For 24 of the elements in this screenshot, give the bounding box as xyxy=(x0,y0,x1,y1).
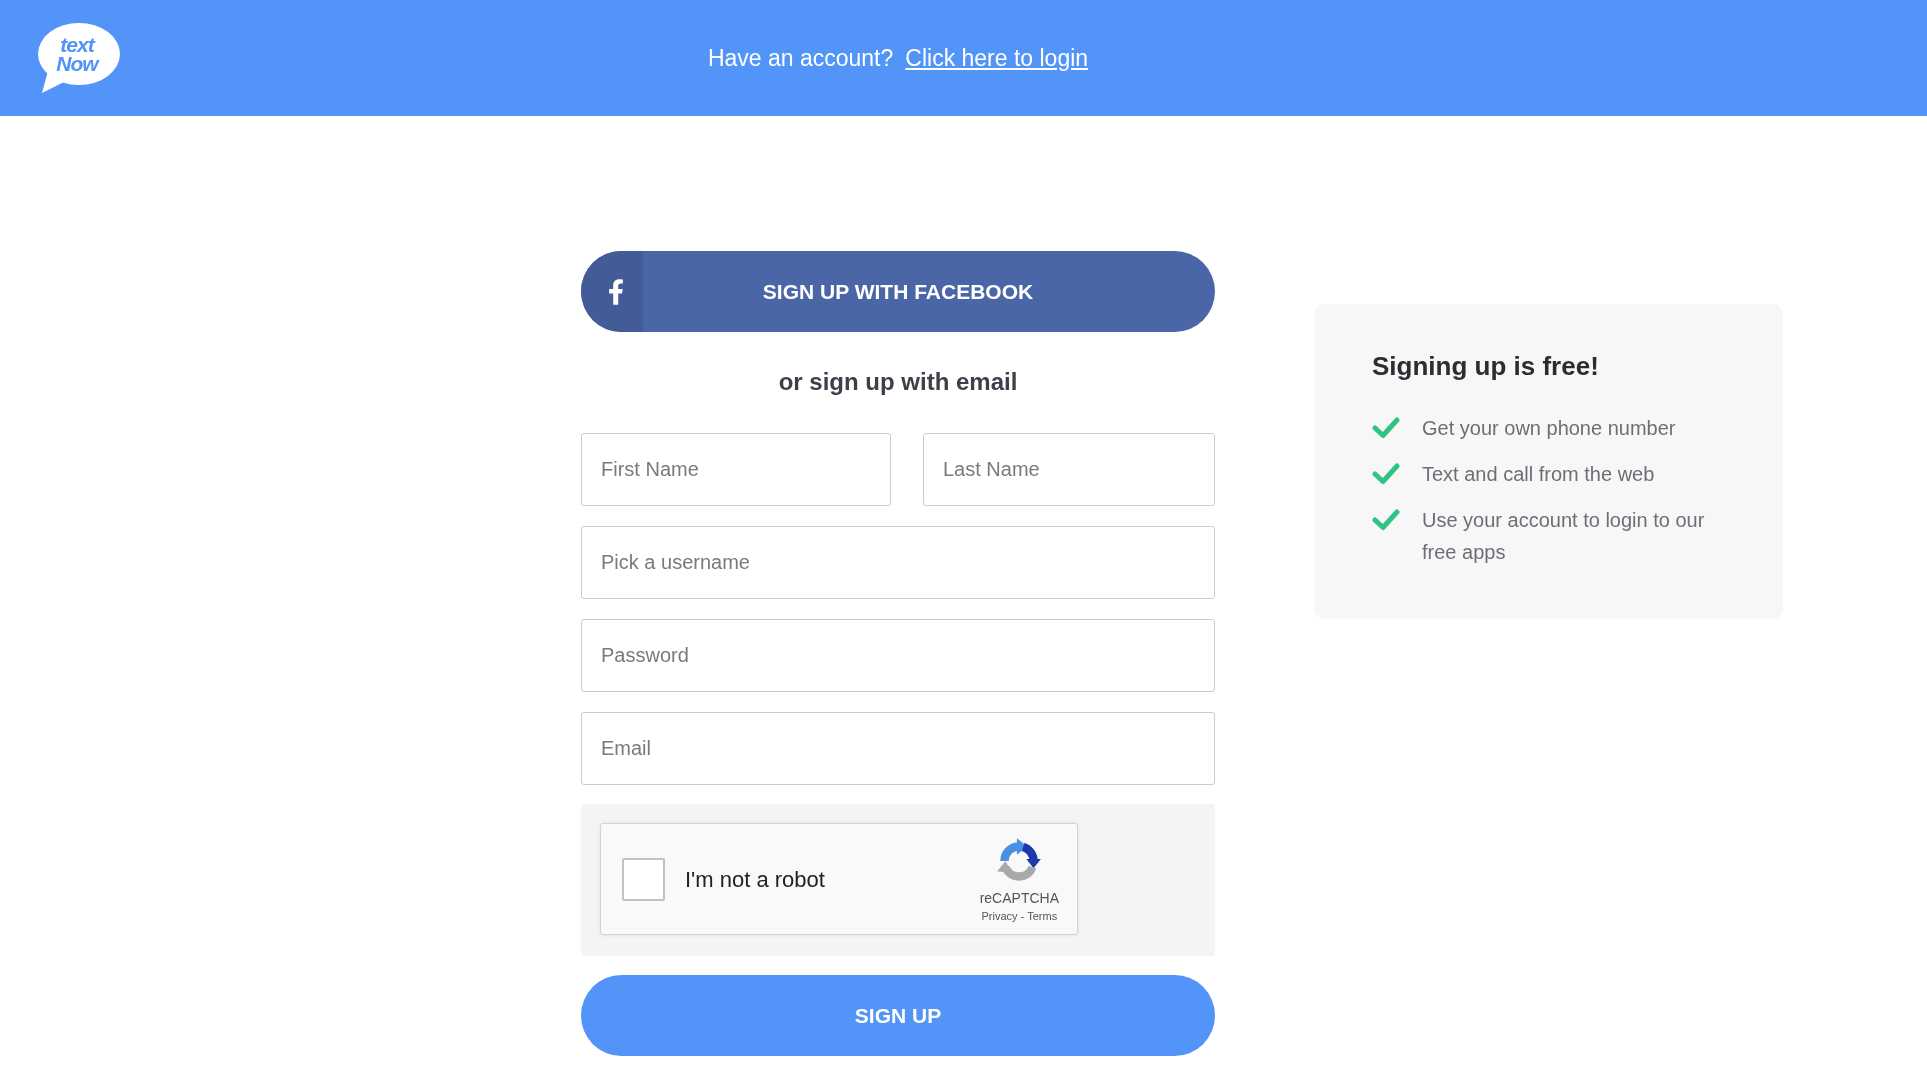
checkbox[interactable] xyxy=(622,857,665,901)
check-icon xyxy=(1372,463,1400,485)
signup-button[interactable]: SIGN UP xyxy=(581,975,1215,1056)
input-field[interactable]: Pick a username xyxy=(581,526,1215,599)
input-field[interactable]: Last Name xyxy=(923,433,1215,506)
login-link[interactable]: Click here to login xyxy=(905,40,1089,76)
captcha-link[interactable]: Privacy xyxy=(981,909,1018,923)
separator-text: - xyxy=(1020,909,1025,923)
captcha-label: I'm not a robot xyxy=(685,865,825,894)
panel-title: Signing up is free! xyxy=(1372,350,1600,382)
captcha-link[interactable]: Terms xyxy=(1027,909,1058,923)
divider-text: or sign up with email xyxy=(777,368,1019,396)
benefit-text: Text and call from the web xyxy=(1422,462,1656,487)
benefit-text: Use your account to login to our free apps xyxy=(1422,508,1706,565)
facebook-signup-button[interactable]: SIGN UP WITH FACEBOOK xyxy=(581,251,1215,332)
benefit-text: Get your own phone number xyxy=(1422,416,1677,441)
check-icon xyxy=(1372,417,1400,439)
input-field[interactable]: First Name xyxy=(581,433,891,506)
account-prompt: Have an account? xyxy=(707,43,894,73)
captcha-brand: reCAPTCHA xyxy=(979,889,1059,906)
input-field[interactable]: Password xyxy=(581,619,1215,692)
check-icon xyxy=(1372,509,1400,531)
input-field[interactable]: Email xyxy=(581,712,1215,785)
facebook-icon xyxy=(581,251,643,332)
